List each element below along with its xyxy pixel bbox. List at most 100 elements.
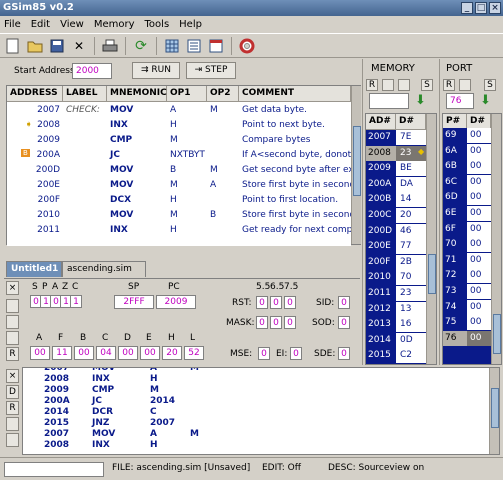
code-row[interactable]: 2010 MOV M B Store first byte in second l xyxy=(7,207,351,222)
port-side-button[interactable] xyxy=(459,79,471,91)
memory-scrollbar-thumb[interactable] xyxy=(428,254,436,294)
memory-scrollbar[interactable] xyxy=(426,114,436,364)
code-row[interactable]: 200F DCX H Point to first location. xyxy=(7,192,351,207)
menu-memory[interactable]: Memory xyxy=(94,19,135,30)
code-mnemonic-cell[interactable]: DCX xyxy=(107,192,167,207)
memory-data-cell[interactable]: C2 xyxy=(396,348,426,364)
memory-row[interactable]: 2010 70 xyxy=(366,270,426,286)
code-mnemonic-cell[interactable]: MOV xyxy=(107,207,167,222)
port-data-cell[interactable]: 00 xyxy=(467,330,491,346)
trace-close-button[interactable]: × xyxy=(6,369,19,383)
step-button[interactable]: ⇥ STEP xyxy=(186,62,236,79)
help-lifebuoy-icon[interactable] xyxy=(238,37,256,55)
col-header-op2[interactable]: OP2 xyxy=(207,86,239,102)
memory-data-cell[interactable]: 46 xyxy=(396,223,426,239)
new-file-icon[interactable] xyxy=(4,37,22,55)
code-label-cell[interactable] xyxy=(63,177,107,192)
code-op1-cell[interactable]: M xyxy=(167,177,207,192)
memory-side-button[interactable] xyxy=(398,79,410,91)
memory-data-cell[interactable]: 70 xyxy=(396,270,426,286)
port-row[interactable]: 6B 00 xyxy=(443,159,491,175)
trace-d-button[interactable]: D xyxy=(6,385,19,399)
memory-data-cell[interactable]: BE xyxy=(396,161,426,177)
refresh-icon[interactable]: ⟳ xyxy=(132,37,150,55)
code-comment-cell[interactable]: Store first byte in second l xyxy=(239,177,351,192)
code-op2-cell[interactable] xyxy=(207,192,239,207)
menu-tools[interactable]: Tools xyxy=(145,19,170,30)
col-header-comment[interactable]: COMMENT xyxy=(239,86,351,102)
code-op2-cell[interactable]: A xyxy=(207,177,239,192)
memory-row[interactable]: 2008 23 ◆ xyxy=(366,145,426,162)
trace-side-button[interactable] xyxy=(6,417,19,431)
sde-value[interactable]: 0 xyxy=(338,347,350,360)
code-mnemonic-cell[interactable]: MOV xyxy=(107,177,167,192)
code-mnemonic-cell[interactable]: MOV xyxy=(107,162,167,177)
port-data-cell[interactable]: 00 xyxy=(467,174,491,190)
pc-value[interactable]: 2009 xyxy=(156,295,196,309)
register-reset-button[interactable]: R xyxy=(6,347,19,361)
memory-data-cell[interactable]: 16 xyxy=(396,317,426,333)
port-row[interactable]: 72 00 xyxy=(443,268,491,284)
menu-help[interactable]: Help xyxy=(179,19,202,30)
code-row[interactable]: B 200A JC NXTBYT If A<second byte, donot e xyxy=(7,147,351,162)
rst-75-value[interactable]: 0 xyxy=(284,296,296,309)
sp-value[interactable]: 2FFF xyxy=(114,295,154,309)
code-op2-cell[interactable]: B xyxy=(207,207,239,222)
memory-row[interactable]: 2012 13 xyxy=(366,301,426,318)
code-address-cell[interactable]: ➧ 2008 xyxy=(7,117,63,132)
memory-data-cell[interactable]: DA xyxy=(396,176,426,192)
port-row[interactable]: 75 00 xyxy=(443,315,491,331)
port-row[interactable]: 6D 00 xyxy=(443,190,491,206)
port-scrollbar[interactable] xyxy=(491,114,501,364)
code-op2-cell[interactable]: M xyxy=(207,162,239,177)
port-r-button[interactable]: R xyxy=(443,79,455,91)
code-op1-cell[interactable]: H xyxy=(167,192,207,207)
code-mnemonic-cell[interactable]: INX xyxy=(107,222,167,237)
mask-55-value[interactable]: 0 xyxy=(256,316,268,329)
reg-d-value[interactable]: 00 xyxy=(118,346,138,360)
sid-value[interactable]: 0 xyxy=(338,296,350,309)
grid-icon[interactable] xyxy=(163,37,181,55)
memory-data-cell[interactable]: 77 xyxy=(396,239,426,255)
memory-row[interactable]: 200E 77 xyxy=(366,239,426,255)
tab-ascending-sim[interactable]: ascending.sim × xyxy=(62,261,146,288)
rst-65-value[interactable]: 0 xyxy=(270,296,282,309)
trace-row[interactable]: 2009 CMP M xyxy=(41,384,217,395)
code-op2-cell[interactable] xyxy=(207,132,239,147)
memory-header-ad[interactable]: AD# xyxy=(366,114,396,130)
code-op1-cell[interactable]: A xyxy=(167,102,207,117)
memory-data-cell[interactable]: 0D xyxy=(396,332,426,348)
trace-scrollbar[interactable] xyxy=(489,368,499,454)
port-data-cell[interactable]: 00 xyxy=(467,299,491,315)
code-op1-cell[interactable]: NXTBYT xyxy=(167,147,207,162)
port-scrollbar-thumb[interactable] xyxy=(493,314,501,354)
port-data-cell[interactable]: 00 xyxy=(467,190,491,206)
code-mnemonic-cell[interactable]: JC xyxy=(107,147,167,162)
ei-value[interactable]: 0 xyxy=(290,347,302,360)
port-row[interactable]: 71 00 xyxy=(443,252,491,269)
sod-value[interactable]: 0 xyxy=(338,316,350,329)
col-header-label[interactable]: LABEL xyxy=(63,86,107,102)
port-row[interactable]: 69 00 xyxy=(443,128,491,144)
status-input[interactable] xyxy=(4,462,104,477)
memory-row[interactable]: 2009 BE xyxy=(366,161,426,177)
trace-row[interactable]: 2008 INX H xyxy=(41,373,217,384)
maximize-button[interactable]: □ xyxy=(475,2,487,14)
code-row[interactable]: 200D MOV B M Get second byte after exc xyxy=(7,162,351,177)
port-row[interactable]: 73 00 xyxy=(443,283,491,300)
reg-e-value[interactable]: 00 xyxy=(140,346,160,360)
code-row[interactable]: 2007 CHECK: MOV A M Get data byte. xyxy=(7,102,351,117)
code-comment-cell[interactable]: If A<second byte, donot e xyxy=(239,147,351,162)
code-op1-cell[interactable]: H xyxy=(167,117,207,132)
memory-data-cell[interactable]: 23 xyxy=(396,285,426,301)
mask-65-value[interactable]: 0 xyxy=(270,316,282,329)
reg-l-value[interactable]: 52 xyxy=(184,346,204,360)
port-data-cell[interactable]: 00 xyxy=(467,143,491,159)
memory-header-d[interactable]: D# xyxy=(396,114,426,130)
memory-address-input[interactable] xyxy=(369,93,409,109)
memory-row[interactable]: 200B 14 xyxy=(366,192,426,208)
col-header-op1[interactable]: OP1 xyxy=(167,86,207,102)
menu-edit[interactable]: Edit xyxy=(31,19,50,30)
memory-data-cell[interactable]: 20 xyxy=(396,207,426,223)
code-op2-cell[interactable] xyxy=(207,117,239,132)
